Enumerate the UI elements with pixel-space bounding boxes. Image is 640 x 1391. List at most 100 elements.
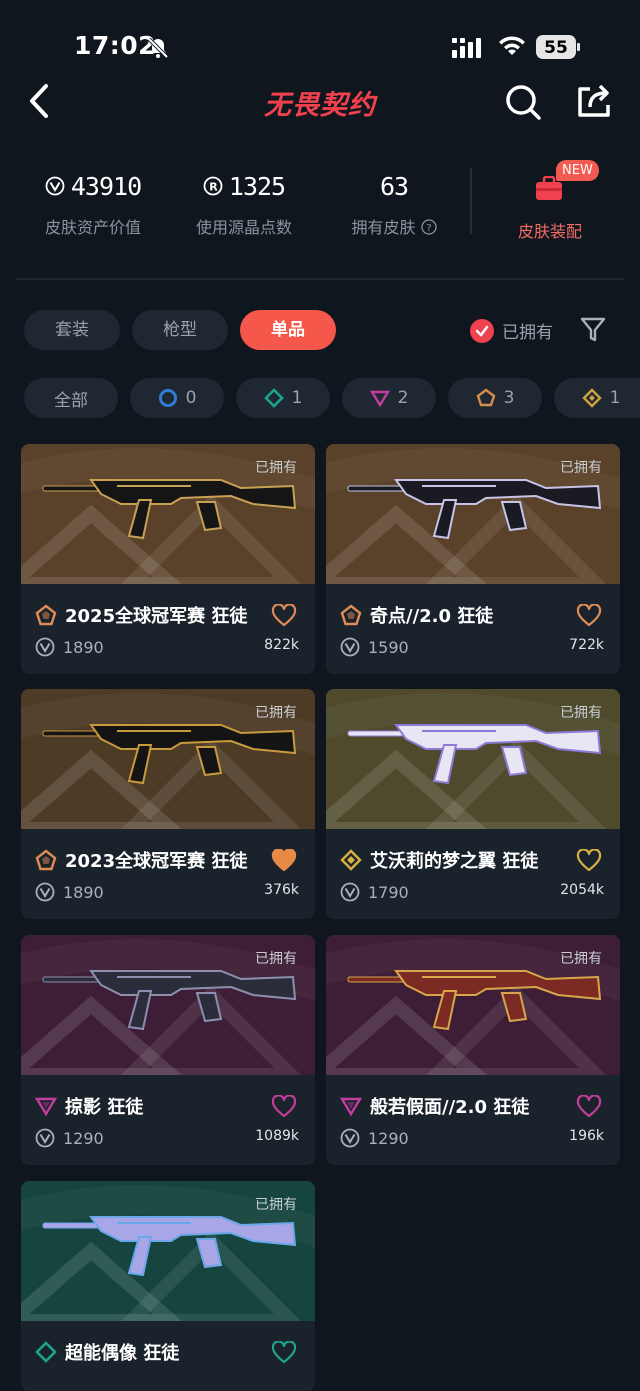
tier1-diamond-icon [263,388,284,408]
rarity-chip-all[interactable]: 全部 [24,378,118,418]
skin-price: 1890 [63,882,104,902]
owned-skins-label: 拥有皮肤 ? [346,214,442,238]
tier3-pentagon-icon [476,388,495,407]
favorite-heart-icon[interactable] [271,604,297,628]
rarity-tier-icon [340,1097,362,1117]
skin-value: 43910 [70,171,142,201]
skin-name: 2025全球冠军赛 狂徒 [65,606,248,627]
valorant-point-icon [35,1128,55,1148]
price-row: 1590 [340,637,409,657]
back-arrow-icon[interactable] [24,82,56,120]
search-icon[interactable] [504,83,542,121]
valorant-point-icon [35,637,55,657]
radianite-label: 使用源晶点数 [195,218,292,237]
price-row: 1890 [35,882,104,902]
owned-skins-value: 63 [379,171,409,201]
like-count: 196k [569,1128,604,1144]
help-icon[interactable]: ? [420,219,437,235]
skin-price: 1890 [63,637,104,657]
skin-card[interactable]: 已拥有超能偶像 狂徒 [21,1181,315,1391]
favorite-heart-icon[interactable] [271,849,297,873]
skin-name: 艾沃莉的梦之翼 狂徒 [370,851,539,872]
favorite-heart-icon[interactable] [271,1095,297,1119]
wifi-icon [499,36,525,55]
skin-card[interactable]: 已拥有掠影 狂徒 1290 1089k [21,935,315,1165]
svg-text:?: ? [426,223,431,234]
rarity-tier-icon [340,849,362,871]
skin-name-row: 2025全球冠军赛 狂徒 [35,602,247,628]
new-badge: NEW [556,160,599,181]
owned-filter-toggle[interactable]: 已拥有 [470,318,553,343]
rarity-tier-icon [35,604,57,626]
skin-card[interactable]: 已拥有艾沃莉的梦之翼 狂徒 1790 2054k [326,689,620,919]
skin-name-row: 超能偶像 狂徒 [35,1339,179,1365]
skin-name-row: 2023全球冠军赛 狂徒 [35,847,247,873]
favorite-heart-icon[interactable] [576,1095,602,1119]
rarity-chip-tier2[interactable]: 2 [342,378,436,418]
price-row: 1290 [35,1128,104,1148]
rarity-tier-icon [340,604,362,626]
skin-value-stat: 43910 皮肤资产价值 [38,170,148,238]
tab-weapon-type[interactable]: 枪型 [132,310,228,350]
tab-single-item[interactable]: 单品 [240,310,336,350]
skin-name: 般若假面//2.0 狂徒 [370,1097,530,1118]
tab-bundle[interactable]: 套装 [24,310,120,350]
owned-label: 已拥有 [255,460,297,476]
favorite-heart-icon[interactable] [576,604,602,628]
battery-icon: 55 [536,35,580,59]
owned-label: 已拥有 [255,1197,297,1213]
owned-label: 已拥有 [560,460,602,476]
svg-text:R: R [209,181,218,194]
favorite-heart-icon[interactable] [271,1341,297,1365]
skin-card[interactable]: 已拥有 奇点//2.0 狂徒 1590 722k [326,444,620,674]
skin-loadout-button[interactable]: NEW 皮肤装配 [500,160,600,241]
share-icon[interactable] [576,83,612,119]
owned-skins-stat: 63 拥有皮肤 ? [346,170,442,238]
tier2-triangle-icon [369,390,390,408]
skin-price: 1290 [63,1128,104,1148]
owned-label: 已拥有 [560,705,602,721]
favorite-heart-icon[interactable] [576,849,602,873]
rarity-chip-tier0[interactable]: 0 [130,378,224,418]
skin-price: 1290 [368,1128,409,1148]
valorant-point-icon [340,637,360,657]
price-row: 1790 [340,882,409,902]
radianite-point-icon: R [203,176,223,196]
owned-label: 已拥有 [255,951,297,967]
skin-name-row: 掠影 狂徒 [35,1093,143,1119]
filter-funnel-icon[interactable] [580,316,606,344]
skin-name-row: 奇点//2.0 狂徒 [340,602,493,628]
rarity-tier-icon [35,849,57,871]
rarity-chip-tier4[interactable]: 1 [554,378,640,418]
skin-price: 1590 [368,637,409,657]
rarity-chip-tier1[interactable]: 1 [236,378,330,418]
skin-name-row: 般若假面//2.0 狂徒 [340,1093,529,1119]
rarity-chip-tier3[interactable]: 3 [448,378,542,418]
owned-label: 已拥有 [560,951,602,967]
status-time: 17:02 [74,31,157,60]
skin-value-label: 皮肤资产价值 [44,218,141,237]
radianite-value: 1325 [228,171,286,201]
stats-divider [470,168,472,234]
like-count: 1089k [255,1128,299,1144]
skin-name-row: 艾沃莉的梦之翼 狂徒 [340,847,538,873]
skin-card[interactable]: 已拥有般若假面//2.0 狂徒 1290 196k [326,935,620,1165]
skin-name: 奇点//2.0 狂徒 [370,606,494,627]
skin-price: 1790 [368,882,409,902]
tier4-diamond-icon [581,388,602,408]
status-bar: 17:02 55 [0,0,640,92]
skin-card[interactable]: 已拥有 2023全球冠军赛 狂徒 1890 376k [21,689,315,919]
price-row: 1890 [35,637,104,657]
skin-name: 2023全球冠军赛 狂徒 [65,851,248,872]
skin-name: 掠影 狂徒 [65,1097,144,1118]
signal-icon [452,38,481,58]
valorant-point-icon [340,1128,360,1148]
skin-card[interactable]: 已拥有 2025全球冠军赛 狂徒 1890 822k [21,444,315,674]
valorant-point-icon [340,882,360,902]
rarity-tier-icon [35,1097,57,1117]
app-title: 无畏契约 [264,90,376,121]
like-count: 2054k [560,882,604,898]
tier0-circle-icon [158,389,177,407]
checkbox-checked-icon [470,318,494,343]
section-divider [16,278,624,280]
